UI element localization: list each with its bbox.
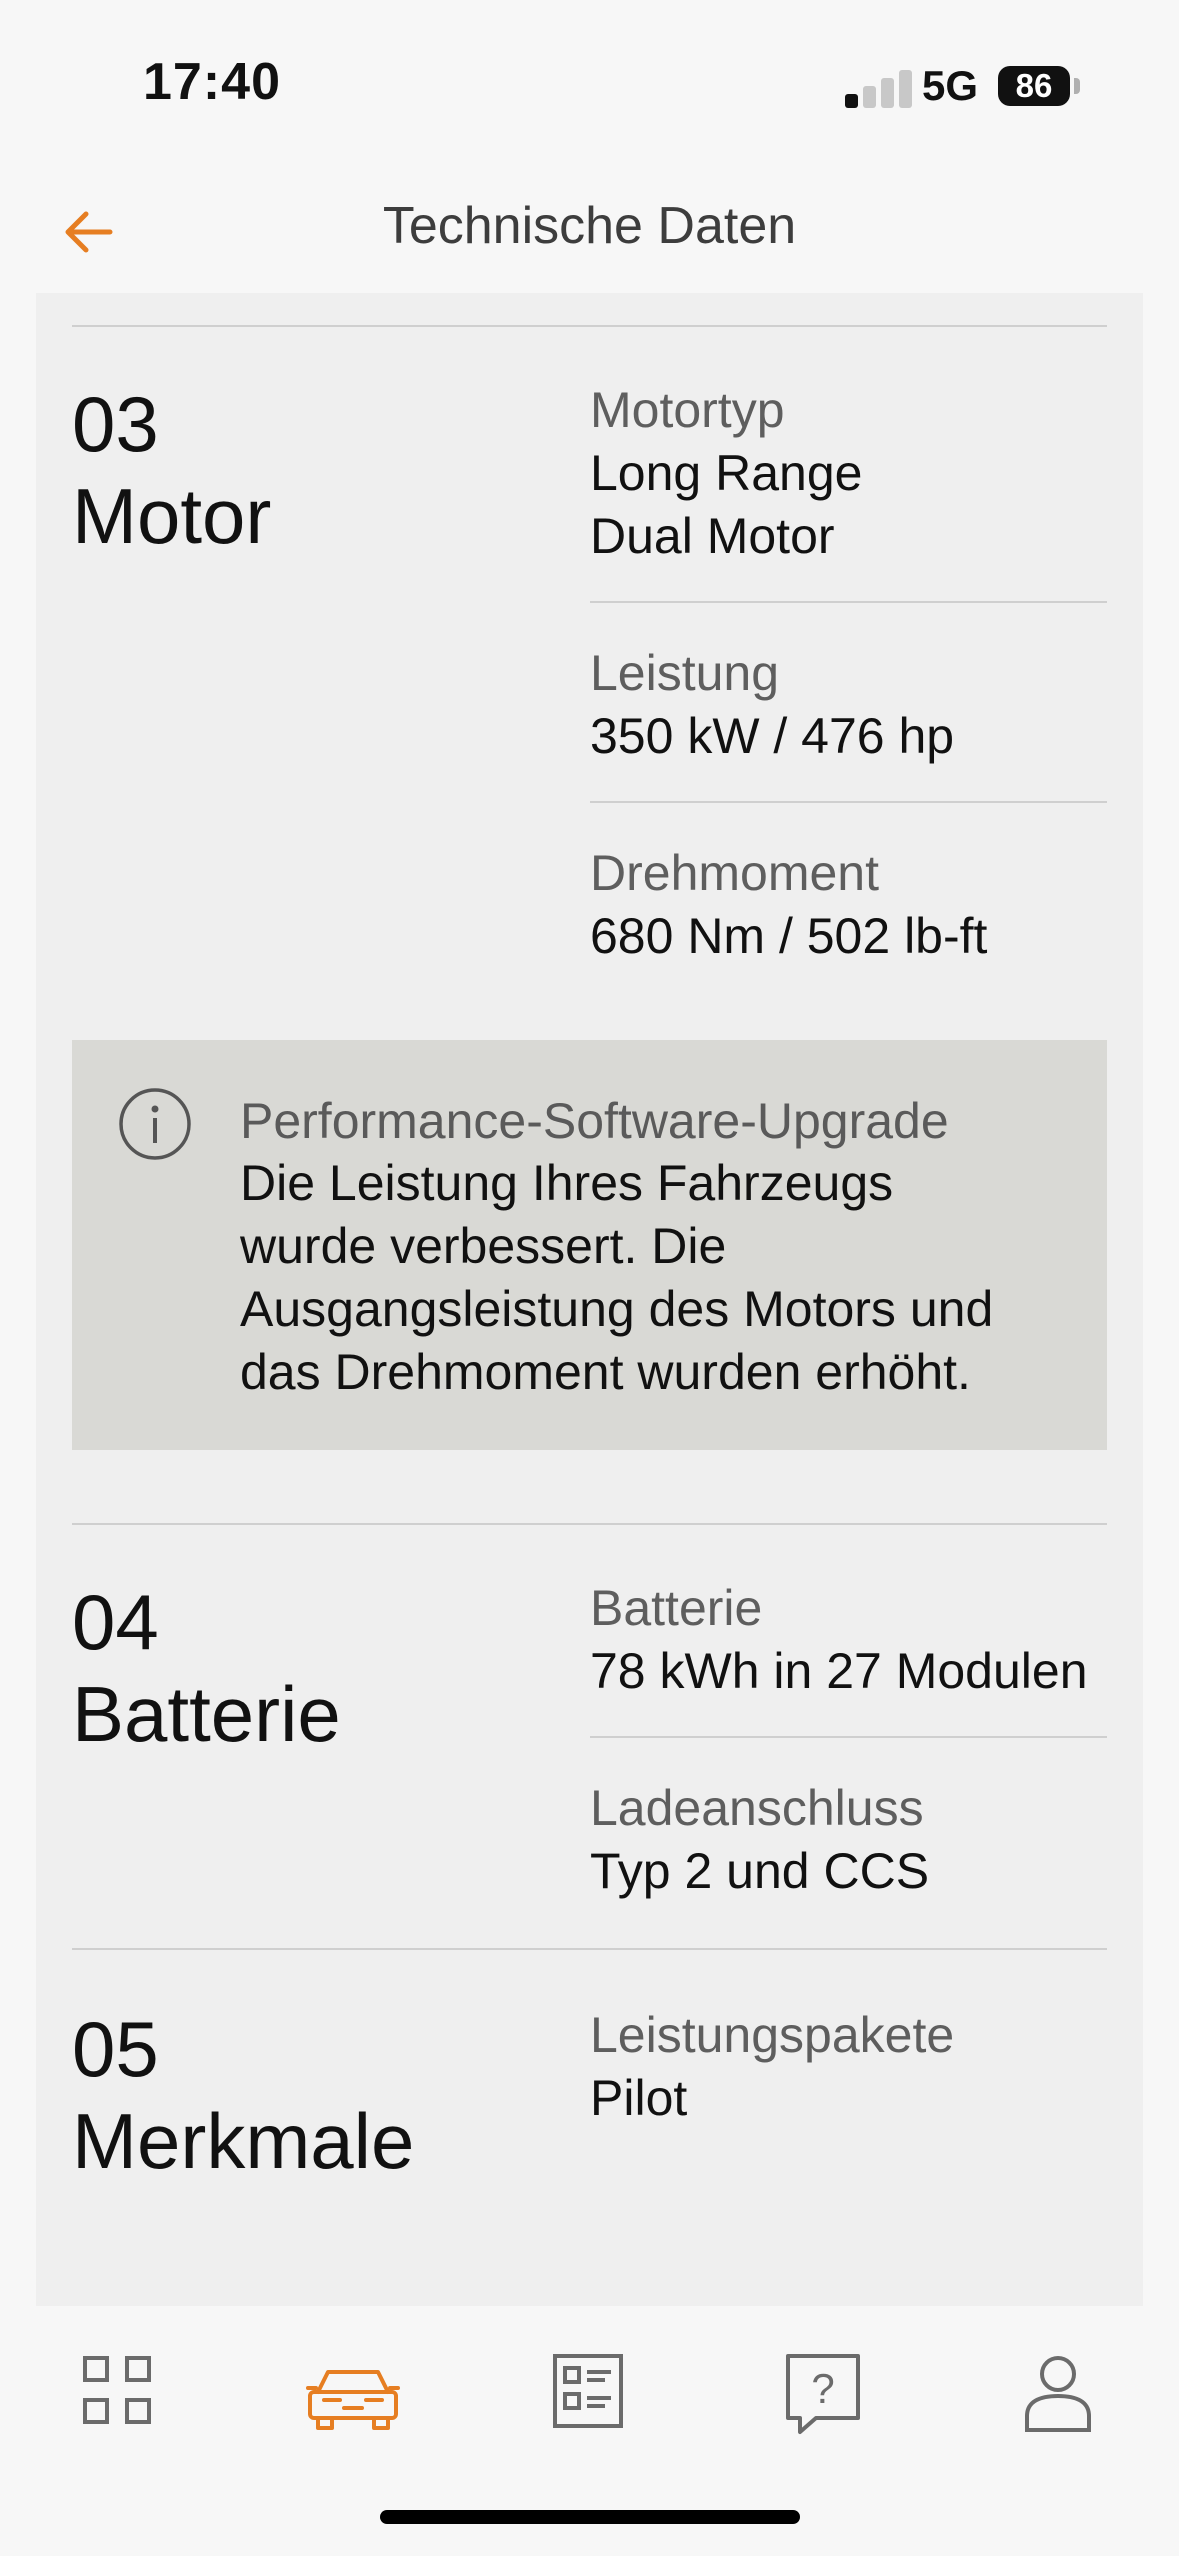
section-divider	[72, 325, 1107, 327]
nav-vehicle[interactable]	[298, 2336, 408, 2446]
cellular-signal-icon	[845, 66, 927, 108]
spec-label-motortyp: Motortyp	[590, 382, 785, 438]
section-number: 03	[72, 380, 159, 468]
battery-tip-icon	[1074, 78, 1080, 94]
info-title: Performance-Software-Upgrade	[240, 1093, 949, 1149]
spec-list-icon	[553, 2354, 623, 2428]
spec-value-motortyp-line2: Dual Motor	[590, 508, 835, 564]
page-title: Technische Daten	[382, 197, 797, 255]
spec-value-leistung: 350 kW / 476 hp	[590, 708, 955, 764]
car-icon	[306, 2370, 400, 2430]
spec-divider	[590, 1736, 1107, 1738]
status-time: 17:40	[143, 53, 281, 111]
info-body: Die Leistung Ihres Fahrzeugs wurde verbe…	[240, 1152, 1090, 1404]
section-divider	[72, 1523, 1107, 1525]
section-number: 04	[72, 1578, 159, 1666]
info-body-line: Die Leistung Ihres Fahrzeugs	[240, 1155, 894, 1211]
section-title: Merkmale	[72, 2097, 415, 2185]
info-body-line: Ausgangsleistung des Motors und	[240, 1281, 994, 1337]
section-title: Batterie	[72, 1670, 341, 1758]
info-icon	[119, 1088, 191, 1160]
help-glyph: ?	[811, 2365, 834, 2412]
spec-label-leistungspakete: Leistungspakete	[590, 2007, 955, 2063]
info-body-line: das Drehmoment wurden erhöht.	[240, 1344, 971, 1400]
nav-specifications[interactable]	[533, 2336, 643, 2446]
network-type: 5G	[922, 62, 979, 109]
help-icon: ?	[786, 2354, 860, 2434]
spec-value-drehmoment: 680 Nm / 502 lb-ft	[590, 908, 988, 964]
spec-divider	[590, 601, 1107, 603]
spec-label-ladeanschluss: Ladeanschluss	[590, 1780, 924, 1836]
spec-value-batterie: 78 kWh in 27 Modulen	[590, 1643, 1088, 1699]
spec-value-motortyp-line1: Long Range	[590, 445, 863, 501]
spec-label-leistung: Leistung	[590, 645, 780, 701]
nav-dashboard[interactable]	[63, 2336, 173, 2446]
section-title: Motor	[72, 472, 272, 560]
spec-value-ladeanschluss: Typ 2 und CCS	[590, 1843, 930, 1899]
section-number: 05	[72, 2005, 159, 2093]
nav-profile[interactable]	[1003, 2336, 1113, 2446]
section-divider	[72, 1948, 1107, 1950]
spec-label-batterie: Batterie	[590, 1580, 763, 1636]
profile-icon	[1025, 2356, 1091, 2432]
spec-value-leistungspakete: Pilot	[590, 2070, 688, 2126]
home-indicator[interactable]	[380, 2510, 800, 2524]
info-body-line: wurde verbessert. Die	[240, 1218, 727, 1274]
spec-divider	[590, 801, 1107, 803]
nav-help[interactable]: ?	[768, 2336, 878, 2446]
spec-label-drehmoment: Drehmoment	[590, 845, 879, 901]
grid-icon	[83, 2356, 151, 2424]
battery-indicator: 86	[998, 66, 1070, 106]
